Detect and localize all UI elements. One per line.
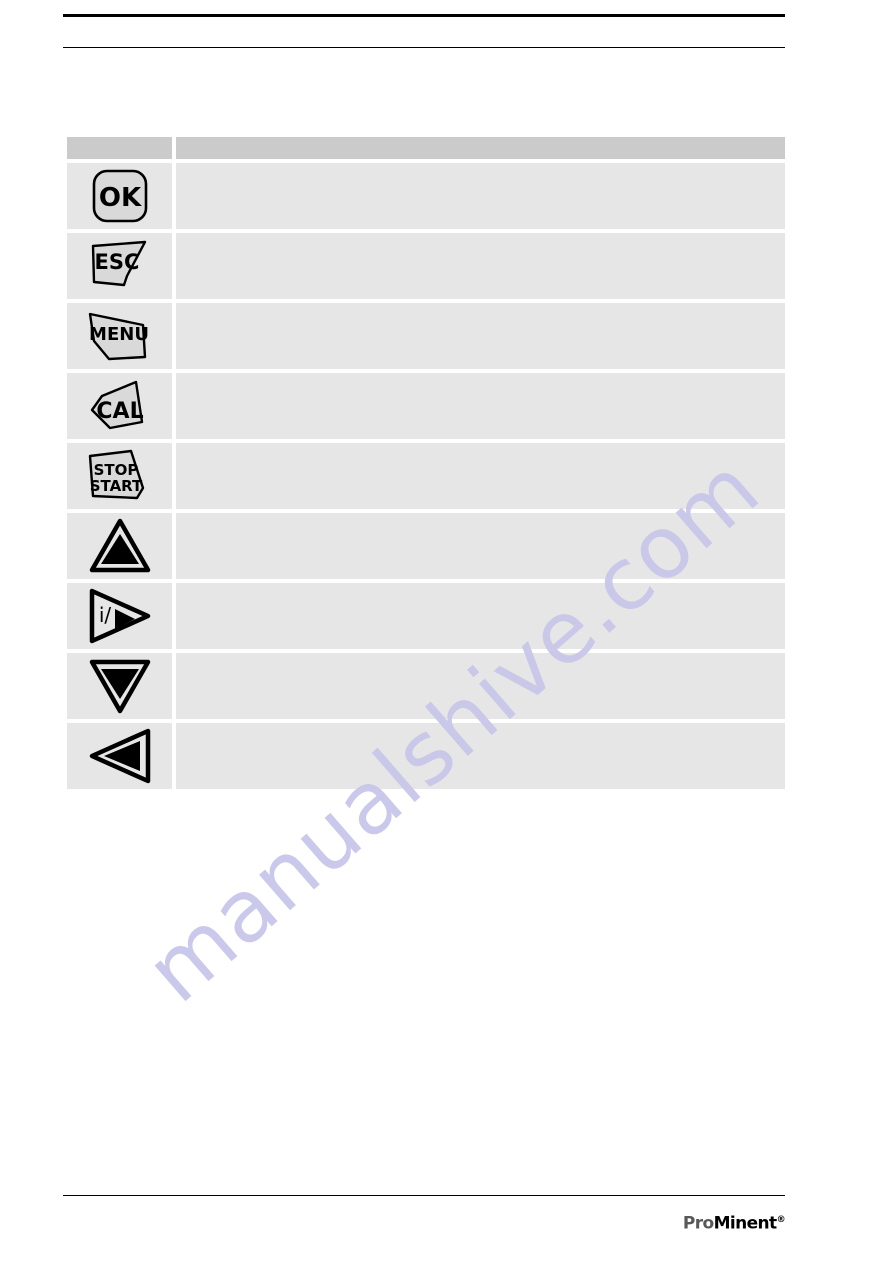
logo-pro-text: Pro (682, 1213, 714, 1234)
table-row: OK (67, 163, 785, 229)
key-cell: OK (67, 163, 172, 229)
description-cell (176, 233, 785, 299)
table-row (67, 513, 785, 579)
key-stop-start-icon: STOP START (67, 443, 172, 509)
table-header-row (67, 137, 785, 159)
arrow-up-icon (67, 513, 172, 579)
key-cal-icon: CAL (67, 373, 172, 439)
table-row: CAL (67, 373, 785, 439)
key-cell: i/ (67, 583, 172, 649)
column-header-key (67, 137, 172, 159)
svg-text:MENU: MENU (89, 324, 149, 345)
key-cell (67, 723, 172, 789)
info-right-arrow-icon: i/ (67, 583, 172, 649)
table-header (67, 137, 785, 159)
key-cell: STOP START (67, 443, 172, 509)
header-rule-thin (63, 47, 785, 48)
table-row: STOP START (67, 443, 785, 509)
column-header-description (176, 137, 785, 159)
key-cell (67, 513, 172, 579)
page-footer: ProMinent® (63, 1195, 786, 1236)
key-reference-table: OK ESC MENU CAL STOP START i/ (63, 133, 789, 793)
svg-text:CAL: CAL (96, 399, 143, 424)
key-cell: MENU (67, 303, 172, 369)
footer-row: ProMinent® (63, 1196, 786, 1236)
prominent-logo: ProMinent® (682, 1212, 786, 1234)
description-cell (176, 583, 785, 649)
key-cell (67, 653, 172, 719)
section-heading (63, 72, 785, 122)
description-cell (176, 443, 785, 509)
logo-registered-mark: ® (776, 1215, 786, 1225)
document-page: OK ESC MENU CAL STOP START i/ manualshiv… (0, 0, 893, 1263)
key-menu-icon: MENU (67, 303, 172, 369)
description-cell (176, 373, 785, 439)
table-row: ESC (67, 233, 785, 299)
key-ok-icon: OK (67, 163, 172, 229)
table-row (67, 653, 785, 719)
description-cell (176, 303, 785, 369)
description-cell (176, 513, 785, 579)
svg-text:i/: i/ (98, 603, 111, 627)
table-row (67, 723, 785, 789)
logo-minent-text: Minent (713, 1213, 778, 1234)
page-header (63, 14, 785, 48)
key-cell: CAL (67, 373, 172, 439)
table-row: i/ (67, 583, 785, 649)
description-cell (176, 653, 785, 719)
arrow-down-icon (67, 653, 172, 719)
table-row: MENU (67, 303, 785, 369)
svg-text:OK: OK (98, 183, 141, 213)
header-title (63, 17, 785, 47)
key-cell: ESC (67, 233, 172, 299)
key-esc-icon: ESC (67, 233, 172, 299)
arrow-left-icon (67, 723, 172, 789)
svg-text:START: START (89, 477, 142, 495)
description-cell (176, 163, 785, 229)
description-cell (176, 723, 785, 789)
svg-text:ESC: ESC (94, 250, 139, 274)
table-body: OK ESC MENU CAL STOP START i/ (67, 163, 785, 789)
